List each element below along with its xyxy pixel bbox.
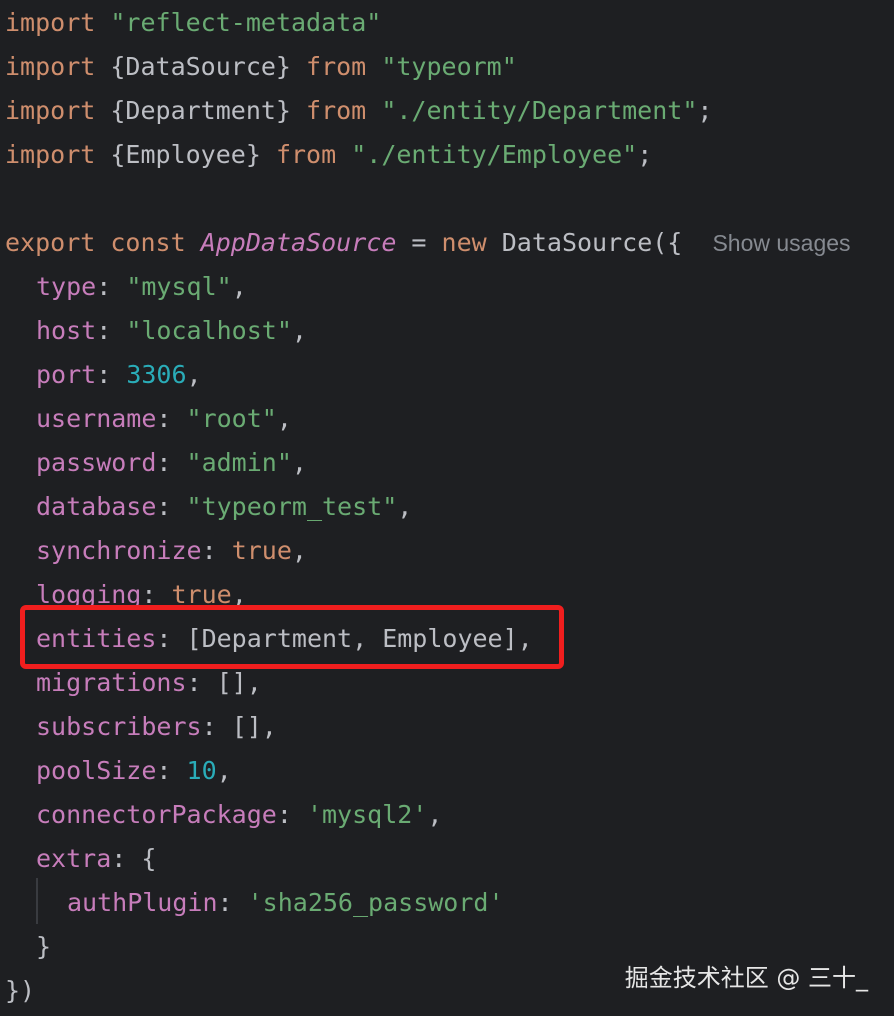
code-line-username: username: "root",: [36, 404, 292, 433]
code-line-close-extra: }: [36, 932, 52, 961]
code-line-host: host: "localhost",: [36, 316, 307, 345]
code-line-import-employee: import {Employee} from "./entity/Employe…: [5, 140, 653, 169]
string-literal: "reflect-metadata": [110, 8, 382, 37]
code-line-import-datasource: import {DataSource} from "typeorm": [5, 52, 517, 81]
code-line-import-department: import {Department} from "./entity/Depar…: [5, 96, 713, 125]
show-usages-hint[interactable]: Show usages: [712, 230, 850, 256]
keyword: import: [5, 8, 96, 37]
code-editor[interactable]: import "reflect-metadata" import {DataSo…: [0, 0, 894, 1016]
code-line-port: port: 3306,: [36, 360, 202, 389]
code-line-close-datasource: }): [5, 976, 36, 1005]
entities-highlight-box: [20, 605, 564, 669]
code-line-export-datasource: export const AppDataSource = new DataSou…: [5, 228, 851, 257]
code-line-password: password: "admin",: [36, 448, 307, 477]
code-line-database: database: "typeorm_test",: [36, 492, 413, 521]
code-line-type: type: "mysql",: [36, 272, 247, 301]
code-line-poolsize: poolSize: 10,: [36, 756, 232, 785]
code-line-connectorpackage: connectorPackage: 'mysql2',: [36, 800, 443, 829]
watermark: 掘金技术社区 @ 三十_: [624, 964, 868, 992]
code-line-authplugin: authPlugin: 'sha256_password': [67, 888, 504, 917]
code-line-import-reflect-metadata: import "reflect-metadata": [5, 1, 381, 45]
code-line-synchronize: synchronize: true,: [36, 536, 307, 565]
variable-name: AppDataSource: [200, 228, 397, 257]
code-line-extra: extra: {: [36, 844, 157, 873]
code-line-subscribers: subscribers: [],: [36, 712, 277, 741]
